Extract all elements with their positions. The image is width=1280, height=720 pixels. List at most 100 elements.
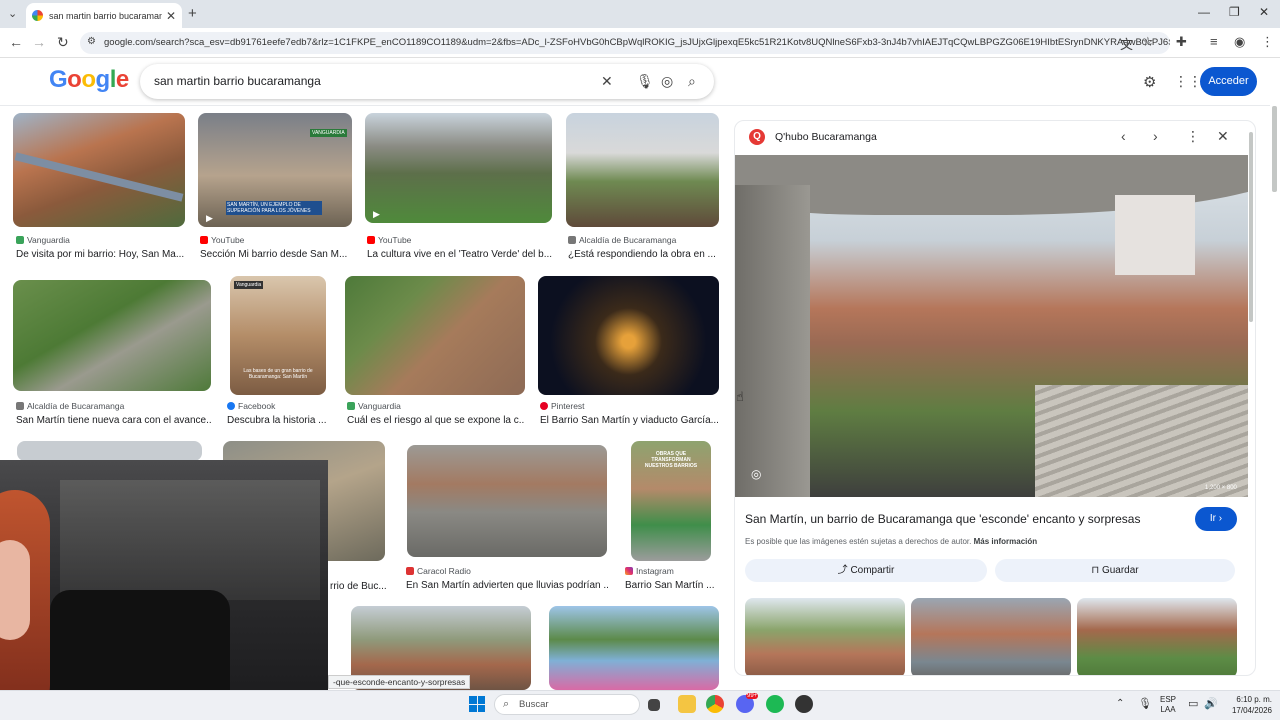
caracol-radio-icon xyxy=(406,567,414,575)
result-caption-10[interactable]: Caracol Radio En San Martín advierten qu… xyxy=(406,566,608,591)
app-icon[interactable] xyxy=(795,695,813,713)
result-caption-6[interactable]: Facebook Descubra la historia ... xyxy=(227,401,327,426)
start-icon[interactable] xyxy=(469,696,485,712)
related-thumb-3[interactable] xyxy=(1077,598,1237,675)
result-caption-7[interactable]: Vanguardia Cuál es el riesgo al que se e… xyxy=(347,401,525,426)
back-icon[interactable]: ← xyxy=(9,34,23,50)
instagram-thumb-caption: OBRAS QUE TRANSFORMAN NUESTROS BARRIOS xyxy=(644,451,698,469)
url-field[interactable]: google.com/search?sca_esv=db91761eefe7ed… xyxy=(80,32,1170,54)
result-caption-3[interactable]: YouTube La cultura vive en el 'Teatro Ve… xyxy=(367,235,552,260)
network-icon[interactable]: ▭ xyxy=(1188,697,1198,710)
media-icon[interactable]: ≡ xyxy=(1210,34,1218,49)
preview-image[interactable]: ◎ 1,200 × 800 xyxy=(735,155,1248,497)
share-button[interactable]: ⤴ Compartir xyxy=(745,559,987,582)
result-caption-8[interactable]: Pinterest El Barrio San Martín y viaduct… xyxy=(540,401,719,426)
tray-chevron-icon[interactable]: ⌃ xyxy=(1116,698,1124,709)
close-panel-icon[interactable]: ✕ xyxy=(1217,128,1229,145)
result-thumb-4[interactable] xyxy=(566,113,719,227)
related-thumb-2[interactable] xyxy=(911,598,1071,675)
visit-button[interactable]: Ir › xyxy=(1195,507,1237,531)
browser-menu-icon[interactable]: ⋮ xyxy=(1261,34,1274,50)
apps-grid-icon[interactable]: ⋮⋮ xyxy=(1174,73,1202,90)
facebook-thumb-brand: Vanguardia xyxy=(234,281,264,289)
tray-mic-icon[interactable]: 🎙 xyxy=(1138,697,1152,710)
maximize-icon[interactable]: ❐ xyxy=(1229,5,1240,19)
image-dimensions: 1,200 × 800 xyxy=(1205,485,1237,491)
forward-icon[interactable]: → xyxy=(32,34,46,50)
task-view-icon[interactable] xyxy=(648,699,660,711)
result-thumb-12[interactable]: OBRAS QUE TRANSFORMAN NUESTROS BARRIOS xyxy=(631,441,711,561)
result-title: ¿Está respondiendo la obra en ... xyxy=(568,249,716,260)
result-caption-2[interactable]: YouTube Sección Mi barrio desde San M... xyxy=(200,235,352,260)
alcaldia-icon xyxy=(16,402,24,410)
concrete-column xyxy=(735,185,810,497)
result-caption-1[interactable]: Vanguardia De visita por mi barrio: Hoy,… xyxy=(16,235,186,260)
sign-in-button[interactable]: Acceder xyxy=(1200,67,1257,96)
search-icon[interactable]: ⌕ xyxy=(688,73,696,90)
related-thumb-1[interactable] xyxy=(745,598,905,675)
browser-tab[interactable]: san martin barrio bucaramanga ✕ xyxy=(26,3,182,28)
panel-source[interactable]: Q'hubo Bucaramanga xyxy=(775,131,877,143)
result-caption-4[interactable]: Alcaldía de Bucaramanga ¿Está respondien… xyxy=(568,235,719,260)
spotify-icon[interactable] xyxy=(766,695,784,713)
save-button[interactable]: ⊓ Guardar xyxy=(995,559,1235,582)
result-caption-9[interactable]: rrio de Buc... xyxy=(330,566,386,592)
result-thumb-14[interactable] xyxy=(549,606,719,690)
result-source: Vanguardia xyxy=(358,401,401,411)
panel-scrollbar[interactable] xyxy=(1249,132,1253,322)
file-explorer-icon[interactable] xyxy=(678,695,696,713)
panel-title[interactable]: San Martín, un barrio de Bucaramanga que… xyxy=(745,512,1175,526)
railing-shape xyxy=(14,152,184,202)
lens-icon[interactable]: ◎ xyxy=(751,467,761,481)
clock[interactable]: 6:10 p. m. 17/04/2026 xyxy=(1222,694,1272,716)
result-thumb-5[interactable] xyxy=(13,280,211,391)
play-icon: ▶ xyxy=(373,209,380,219)
google-logo[interactable]: Google xyxy=(49,66,129,94)
volume-icon[interactable]: 🔊 xyxy=(1204,697,1218,710)
voice-search-icon[interactable]: 🎙 xyxy=(636,73,654,90)
settings-gear-icon[interactable]: ⚙ xyxy=(1143,73,1156,91)
more-options-icon[interactable]: ⋮ xyxy=(1186,128,1200,145)
search-query: san martin barrio bucaramanga xyxy=(154,74,321,88)
bookmark-star-icon[interactable]: ☆ xyxy=(1142,34,1154,50)
facebook-icon xyxy=(227,402,235,410)
new-tab-button[interactable]: + xyxy=(188,5,197,22)
clear-search-icon[interactable]: ✕ xyxy=(601,73,613,90)
result-thumb-11[interactable] xyxy=(407,445,607,557)
result-title: La cultura vive en el 'Teatro Verde' del… xyxy=(367,249,552,260)
language-region: LAA xyxy=(1160,705,1176,714)
lens-search-icon[interactable]: ◎ xyxy=(661,73,673,90)
next-image-icon[interactable]: › xyxy=(1153,128,1158,144)
result-thumb-3[interactable]: ▶ xyxy=(365,113,552,223)
result-thumb-7[interactable] xyxy=(345,276,525,395)
source-logo-icon: Q xyxy=(749,129,765,145)
result-title: En San Martín advierten que lluvias podr… xyxy=(406,580,608,591)
result-caption-5[interactable]: Alcaldía de Bucaramanga San Martín tiene… xyxy=(16,401,212,426)
site-info-icon[interactable]: ⚙ xyxy=(87,36,96,47)
translate-icon[interactable]: 文 xyxy=(1120,34,1133,53)
close-tab-icon[interactable]: ✕ xyxy=(166,9,176,23)
search-input[interactable]: san martin barrio bucaramanga xyxy=(140,64,714,99)
chrome-icon[interactable] xyxy=(706,695,724,713)
result-thumb-6[interactable]: Vanguardia Las bases de un gran barrio d… xyxy=(230,276,326,395)
vanguardia-icon xyxy=(16,236,24,244)
result-thumb-2[interactable]: VANGUARDIA SAN MARTÍN, UN EJEMPLO DE SUP… xyxy=(198,113,352,227)
result-title: Sección Mi barrio desde San M... xyxy=(200,249,348,260)
close-window-icon[interactable]: ✕ xyxy=(1259,5,1269,19)
tab-search-icon[interactable]: ⌄ xyxy=(8,7,17,20)
page-scrollbar[interactable] xyxy=(1272,106,1277,192)
more-info-link[interactable]: Más información xyxy=(974,537,1038,546)
result-caption-11[interactable]: Instagram Barrio San Martín ... xyxy=(625,566,717,591)
prev-image-icon[interactable]: ‹ xyxy=(1121,128,1126,144)
taskbar-search[interactable]: ⌕ Buscar xyxy=(494,694,640,715)
result-thumb-9[interactable] xyxy=(17,441,202,461)
youtube-brand: VANGUARDIA xyxy=(310,129,347,137)
language-indicator[interactable]: ESP LAA xyxy=(1160,695,1176,715)
reload-icon[interactable]: ↻ xyxy=(57,34,69,51)
result-thumb-8[interactable] xyxy=(538,276,719,395)
result-thumb-1[interactable] xyxy=(13,113,185,227)
result-source: Alcaldía de Bucaramanga xyxy=(579,235,677,245)
extensions-icon[interactable]: ✚ xyxy=(1176,34,1187,50)
minimize-icon[interactable]: — xyxy=(1198,5,1210,19)
profile-icon[interactable]: ◉ xyxy=(1234,34,1245,50)
